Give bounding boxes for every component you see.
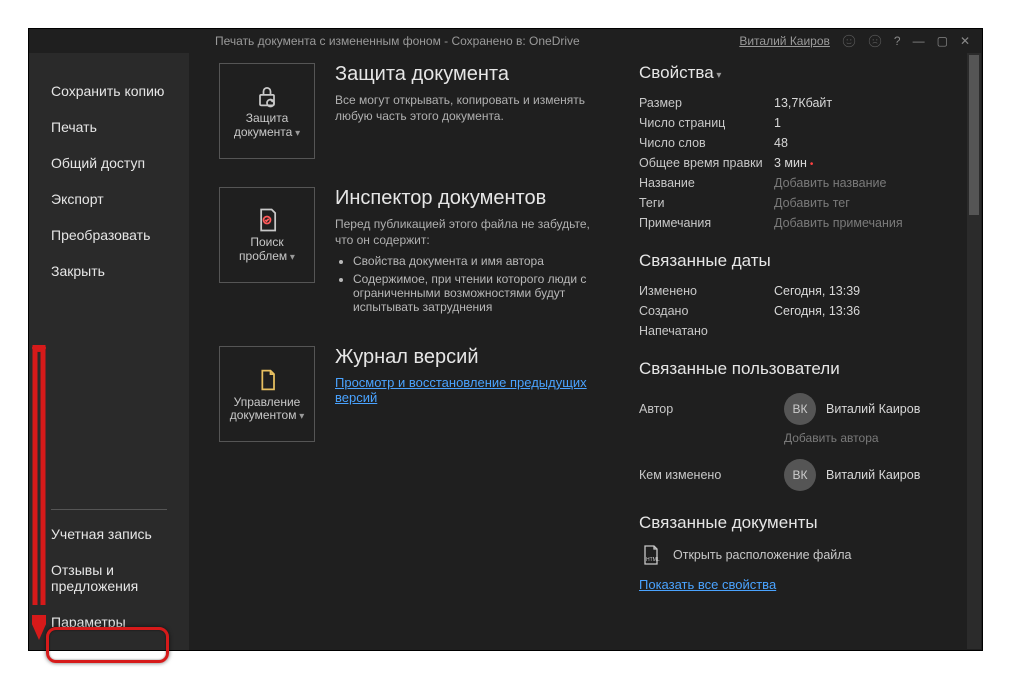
sidebar-item-options[interactable]: Параметры bbox=[29, 604, 189, 640]
smile-icon[interactable] bbox=[842, 34, 856, 48]
prop-key: Изменено bbox=[639, 284, 774, 298]
vertical-scrollbar[interactable] bbox=[967, 53, 981, 649]
add-tag-hint[interactable]: Добавить тег bbox=[774, 196, 850, 210]
related-dates-heading: Связанные даты bbox=[639, 251, 952, 271]
modifiedby-name: Виталий Каиров bbox=[826, 468, 920, 482]
sidebar-item-print[interactable]: Печать bbox=[29, 109, 189, 145]
document-check-icon bbox=[253, 206, 281, 234]
signed-in-user[interactable]: Виталий Каиров bbox=[739, 34, 830, 48]
prop-val: 13,7Кбайт bbox=[774, 96, 832, 110]
prop-key: Общее время правки bbox=[639, 156, 774, 170]
sidebar-item-share[interactable]: Общий доступ bbox=[29, 145, 189, 181]
sidebar-item-label: Отзывы и предложения bbox=[51, 562, 138, 594]
related-docs-heading: Связанные документы bbox=[639, 513, 952, 533]
sidebar-item-label: Преобразовать bbox=[51, 227, 150, 243]
sidebar-item-export[interactable]: Экспорт bbox=[29, 181, 189, 217]
prop-val: 3 мин bbox=[774, 156, 813, 170]
check-issues-tile[interactable]: Поиск проблем bbox=[219, 187, 315, 283]
properties-heading[interactable]: Свойства bbox=[639, 63, 721, 83]
prop-key: Кем изменено bbox=[639, 468, 774, 482]
scrollbar-thumb[interactable] bbox=[969, 55, 979, 215]
add-notes-hint[interactable]: Добавить примечания bbox=[774, 216, 903, 230]
versions-heading: Журнал версий bbox=[335, 346, 599, 369]
document-title: Печать документа с измененным фоном - Со… bbox=[215, 34, 580, 48]
sidebar-item-label: Сохранить копию bbox=[51, 83, 164, 99]
sidebar-item-label: Параметры bbox=[51, 614, 126, 630]
prop-key: Размер bbox=[639, 96, 774, 110]
prop-key: Число страниц bbox=[639, 116, 774, 130]
inspector-desc: Перед публикацией этого файла не забудьт… bbox=[335, 216, 599, 248]
protect-document-tile[interactable]: Защита документа bbox=[219, 63, 315, 159]
show-all-properties-link[interactable]: Показать все свойства bbox=[639, 577, 776, 592]
tile-label: Управление документом bbox=[226, 396, 308, 424]
related-users-heading: Связанные пользователи bbox=[639, 359, 952, 379]
manage-document-tile[interactable]: Управление документом bbox=[219, 346, 315, 442]
avatar: ВК bbox=[784, 393, 816, 425]
prop-val: 48 bbox=[774, 136, 788, 150]
author-name: Виталий Каиров bbox=[826, 402, 920, 416]
prop-key: Автор bbox=[639, 402, 774, 416]
sidebar-item-label: Учетная запись bbox=[51, 526, 152, 542]
prop-val: Сегодня, 13:36 bbox=[774, 304, 860, 318]
sidebar-item-label: Печать bbox=[51, 119, 97, 135]
word-backstage-window: Печать документа с измененным фоном - Со… bbox=[28, 28, 983, 651]
version-history-link[interactable]: Просмотр и восстановление предыдущих вер… bbox=[335, 375, 599, 405]
tile-label: Поиск проблем bbox=[226, 236, 308, 264]
minimize-icon[interactable]: — bbox=[913, 34, 925, 48]
tile-label: Защита документа bbox=[226, 112, 308, 140]
sidebar-item-feedback[interactable]: Отзывы и предложения bbox=[29, 552, 189, 604]
sidebar-item-close[interactable]: Закрыть bbox=[29, 253, 189, 289]
prop-key: Теги bbox=[639, 196, 774, 210]
prop-key: Название bbox=[639, 176, 774, 190]
sidebar-item-label: Экспорт bbox=[51, 191, 104, 207]
prop-key: Создано bbox=[639, 304, 774, 318]
avatar: ВК bbox=[784, 459, 816, 491]
close-icon[interactable]: ✕ bbox=[960, 34, 970, 48]
sidebar-item-label: Закрыть bbox=[51, 263, 105, 279]
open-file-location-label: Открыть расположение файла bbox=[673, 548, 852, 562]
protect-desc: Все могут открывать, копировать и изменя… bbox=[335, 92, 599, 124]
backstage-sidebar: Сохранить копию Печать Общий доступ Эксп… bbox=[29, 53, 189, 650]
protect-heading: Защита документа bbox=[335, 63, 599, 86]
document-icon bbox=[253, 366, 281, 394]
help-icon[interactable]: ? bbox=[894, 34, 901, 48]
maximize-icon[interactable]: ▢ bbox=[937, 34, 948, 48]
sidebar-item-save-copy[interactable]: Сохранить копию bbox=[29, 73, 189, 109]
titlebar-user-area: Виталий Каиров ? — ▢ ✕ bbox=[739, 34, 970, 48]
sidebar-item-account[interactable]: Учетная запись bbox=[29, 516, 189, 552]
open-file-location[interactable]: HTML Открыть расположение файла bbox=[639, 543, 952, 567]
list-item: Содержимое, при чтении которого люди с о… bbox=[353, 272, 599, 314]
titlebar: Печать документа с измененным фоном - Со… bbox=[29, 29, 982, 53]
inspector-heading: Инспектор документов bbox=[335, 187, 599, 210]
prop-val: 1 bbox=[774, 116, 781, 130]
add-title-hint[interactable]: Добавить название bbox=[774, 176, 886, 190]
inspector-issues-list: Свойства документа и имя автора Содержим… bbox=[353, 254, 599, 314]
add-author-hint[interactable]: Добавить автора bbox=[784, 429, 952, 447]
sidebar-item-transform[interactable]: Преобразовать bbox=[29, 217, 189, 253]
html-file-icon: HTML bbox=[639, 543, 663, 567]
svg-text:HTML: HTML bbox=[646, 557, 660, 563]
list-item: Свойства документа и имя автора bbox=[353, 254, 599, 268]
info-panel: Защита документа Защита документа Все мо… bbox=[189, 53, 982, 650]
frown-icon[interactable] bbox=[868, 34, 882, 48]
prop-key: Напечатано bbox=[639, 324, 774, 338]
prop-key: Примечания bbox=[639, 216, 774, 230]
lock-icon bbox=[253, 82, 281, 110]
sidebar-item-label: Общий доступ bbox=[51, 155, 145, 171]
prop-key: Число слов bbox=[639, 136, 774, 150]
prop-val: Сегодня, 13:39 bbox=[774, 284, 860, 298]
